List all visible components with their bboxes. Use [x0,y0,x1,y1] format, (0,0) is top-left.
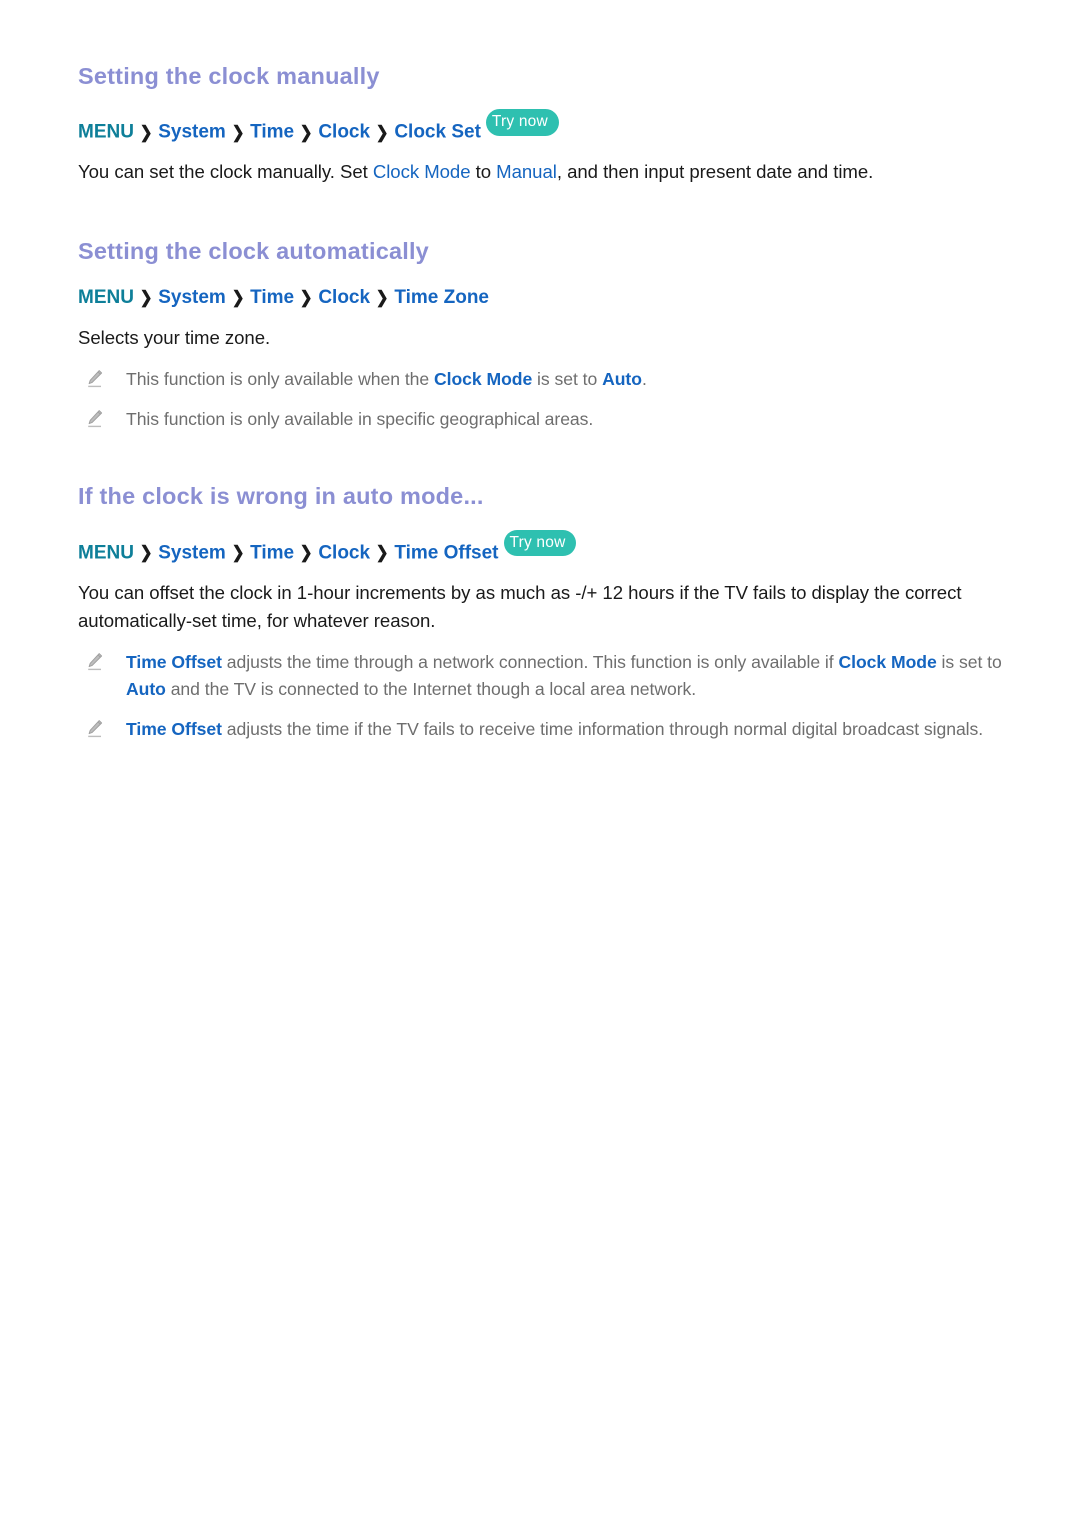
breadcrumb-separator-icon: ❯ [139,122,153,142]
breadcrumb-item-clock[interactable]: Clock [318,287,370,308]
list-item: Time Offset adjusts the time if the TV f… [78,716,1002,743]
breadcrumb-separator-icon: ❯ [299,122,313,142]
paragraph-text: , and then input present date and time. [556,161,874,183]
note-text-part: This function is only available in speci… [126,408,594,429]
keyword-clock-mode: Clock Mode [838,652,937,673]
list-item: This function is only available in speci… [78,406,1002,433]
breadcrumb-root-menu[interactable]: MENU [78,122,134,143]
list-item: Time Offset adjusts the time through a n… [78,649,1002,702]
list-item: This function is only available when the… [78,366,1002,393]
page-title-section-3: If the clock is wrong in auto mode... [78,483,484,510]
breadcrumb-separator-icon: ❯ [375,543,389,563]
breadcrumb-item-clock[interactable]: Clock [318,542,370,563]
try-now-badge[interactable]: Try now [503,529,577,557]
breadcrumb-section-2: MENU ❯ System ❯ Time ❯ Clock ❯ Time Zone [78,284,1002,312]
breadcrumb-separator-icon: ❯ [299,543,313,563]
body-paragraph-section-2: Selects your time zone. [78,326,271,348]
note-text-part: is set to [936,652,1002,673]
keyword-auto: Auto [602,368,642,389]
section-clock-wrong-auto-mode: If the clock is wrong in auto mode... ME… [78,482,1002,742]
note-text: Time Offset adjusts the time through a n… [126,649,1002,702]
breadcrumb-separator-icon: ❯ [375,122,389,142]
breadcrumb-item-time[interactable]: Time [250,122,294,143]
breadcrumb-separator-icon: ❯ [231,543,245,563]
section-setting-clock-manually: Setting the clock manually MENU ❯ System ❯ T… [78,62,1002,187]
breadcrumb-item-system[interactable]: System [158,542,226,563]
breadcrumb-item-clock[interactable]: Clock [318,122,370,143]
breadcrumb-section-1: MENU ❯ System ❯ Time ❯ Clock ❯ Clock Set Try now [78,109,1002,146]
paragraph-text: to [470,161,497,183]
pencil-note-icon [86,719,104,739]
body-paragraph-section-3: You can offset the clock in 1-hour incre… [78,581,962,631]
page-title-section-2: Setting the clock automatically [78,237,429,264]
breadcrumb-separator-icon: ❯ [139,543,153,563]
notes-list-section-3: Time Offset adjusts the time through a n… [78,649,1002,742]
page-content: Setting the clock manually MENU ❯ System ❯ T… [78,62,1002,742]
keyword-clock-mode: Clock Mode [372,161,471,183]
breadcrumb-separator-icon: ❯ [375,288,389,308]
body-paragraph-section-1: You can set the clock manually. Set Cloc… [78,158,1002,186]
note-text: This function is only available in speci… [126,406,1002,433]
breadcrumb-separator-icon: ❯ [139,288,153,308]
page-title-section-1: Setting the clock manually [78,63,380,89]
try-now-badge[interactable]: Try now [485,109,559,136]
breadcrumb-root-menu[interactable]: MENU [78,542,134,563]
breadcrumb-separator-icon: ❯ [231,288,245,308]
breadcrumb-item-system[interactable]: System [158,122,226,143]
notes-list-section-2: This function is only available when the… [78,366,1002,432]
document-page: Setting the clock manually MENU ❯ System ❯ T… [0,0,1080,1527]
keyword-time-offset: Time Offset [126,718,222,739]
keyword-time-offset: Time Offset [126,652,222,673]
note-text-part: is set to [532,368,603,389]
breadcrumb-item-clock-set[interactable]: Clock Set [394,122,481,143]
breadcrumb-separator-icon: ❯ [299,288,313,308]
breadcrumb-item-time[interactable]: Time [250,287,294,308]
breadcrumb-item-time-offset[interactable]: Time Offset [394,542,498,563]
pencil-note-icon [86,369,104,389]
note-text-part: This function is only available when the [126,368,434,389]
keyword-auto: Auto [126,678,166,699]
note-text-part: adjusts the time through a network conne… [221,652,839,673]
breadcrumb-separator-icon: ❯ [231,122,245,142]
note-text-part: adjusts the time if the TV fails to rece… [221,718,984,739]
note-text-part: . [641,368,647,389]
keyword-clock-mode: Clock Mode [433,368,533,389]
keyword-manual: Manual [496,161,557,183]
breadcrumb-root-menu[interactable]: MENU [78,287,134,308]
breadcrumb-item-time-zone[interactable]: Time Zone [394,287,489,308]
pencil-note-icon [86,652,104,672]
section-setting-clock-automatically: Setting the clock automatically MENU ❯ Sys… [78,237,1002,433]
paragraph-text: You can set the clock manually. Set [78,161,373,183]
note-text: Time Offset adjusts the time if the TV f… [126,716,1002,743]
note-text-part: and the TV is connected to the Internet … [165,678,697,699]
breadcrumb-item-time[interactable]: Time [250,542,294,563]
pencil-note-icon [86,409,104,429]
breadcrumb-item-system[interactable]: System [158,287,226,308]
breadcrumb-section-3: MENU ❯ System ❯ Time ❯ Clock ❯ Time Offset Try no… [78,529,1002,567]
note-text: This function is only available when the… [126,366,1002,393]
